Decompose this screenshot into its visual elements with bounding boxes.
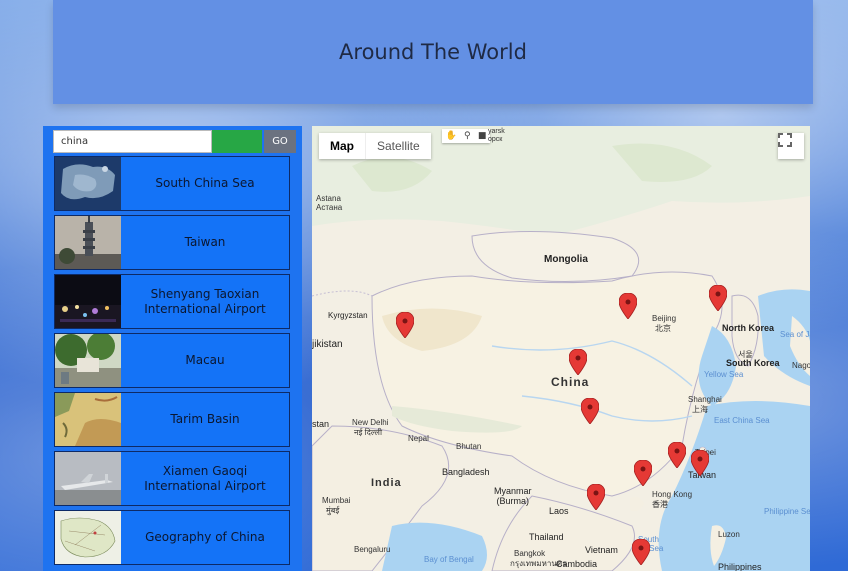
map-label-kyrgyzstan: Kyrgyzstan <box>328 311 368 320</box>
map-label-sea-of-japan: Sea of Ja <box>780 330 810 339</box>
map-marker-icon[interactable] <box>581 398 599 424</box>
result-item-taiwan[interactable]: Taiwan <box>54 215 290 270</box>
result-item-south-china-sea[interactable]: South China Sea <box>54 156 290 211</box>
map-label-bay-of-bengal: Bay of Bengal <box>424 555 474 564</box>
map-label-hong-kong: Hong Kong <box>652 490 693 499</box>
map-base <box>312 126 810 571</box>
map-label-hong-kong-local: 香港 <box>652 500 668 509</box>
map-label-bhutan: Bhutan <box>456 442 482 451</box>
result-item-shenyang-airport[interactable]: Shenyang Taoxian International Airport <box>54 274 290 329</box>
result-label: Xiamen Gaoqi International Airport <box>144 463 266 493</box>
map-label-seoul: 서울 <box>738 350 753 359</box>
map-label-bengaluru: Bengaluru <box>354 545 391 554</box>
map-marker-icon[interactable] <box>668 442 686 468</box>
map-marker-icon[interactable] <box>709 285 727 311</box>
satellite-tab[interactable]: Satellite <box>365 133 431 159</box>
result-label: Taiwan <box>184 235 226 249</box>
map-label-laos: Laos <box>549 506 569 516</box>
hand-icon[interactable]: ✋ <box>446 131 457 141</box>
go-button[interactable]: GO <box>264 130 296 153</box>
search-sidebar: GO South China Sea Taiwan <box>43 126 302 571</box>
map-label-nepal: Nepal <box>408 434 429 443</box>
map-label-north-korea: North Korea <box>722 323 775 333</box>
map-label-thailand: Thailand <box>529 532 564 542</box>
page-title: Around The World <box>339 40 527 64</box>
map-marker-icon[interactable] <box>634 460 652 486</box>
map-type-control: Map Satellite <box>319 133 431 159</box>
map-label-east-china-sea: East China Sea <box>714 416 770 425</box>
map-label-india: India <box>371 477 402 489</box>
map-label-myanmar: Myanmar (Burma) <box>494 486 532 506</box>
result-label: Shenyang Taoxian International Airport <box>144 286 266 316</box>
result-item-tarim-basin[interactable]: Tarim Basin <box>54 392 290 447</box>
result-item-macau[interactable]: Macau <box>54 333 290 388</box>
map-marker-icon[interactable] <box>632 539 650 565</box>
map-label-nagoya: Nagoy <box>792 361 810 370</box>
map-label-astana: Astana <box>316 194 341 203</box>
result-thumbnail <box>55 393 121 446</box>
map-label-beijing: Beijing <box>652 314 677 323</box>
map-label-bangladesh: Bangladesh <box>442 467 490 477</box>
map-label-south-korea: South Korea <box>726 358 780 368</box>
result-label: Tarim Basin <box>170 412 240 426</box>
map-label-shanghai: Shanghai <box>688 395 722 404</box>
map-label-new-delhi-local: नई दिल्ली <box>354 428 383 437</box>
map-marker-icon[interactable] <box>691 450 709 476</box>
page-header: Around The World <box>53 0 813 104</box>
result-label: Macau <box>185 353 225 367</box>
map-label-town: yarsk орск <box>488 128 505 143</box>
result-label: Geography of China <box>145 530 265 544</box>
map-label-mongolia: Mongolia <box>544 254 588 265</box>
fullscreen-button[interactable] <box>778 133 804 159</box>
search-bar: GO <box>53 130 296 153</box>
map-label-new-delhi: New Delhi <box>352 418 389 427</box>
map-view[interactable]: Map Satellite ✋ ⚲ ■ yarsk орск Astana Ас… <box>312 126 810 571</box>
map-label-vietnam: Vietnam <box>585 545 618 555</box>
marker-tool-icon[interactable]: ⚲ <box>464 131 471 141</box>
result-thumbnail <box>55 157 121 210</box>
result-thumbnail <box>55 511 121 564</box>
map-label-stan: stan <box>312 419 330 429</box>
search-input[interactable] <box>53 130 212 153</box>
map-label-china: China <box>551 375 590 389</box>
map-marker-icon[interactable] <box>619 293 637 319</box>
fullscreen-icon <box>778 133 792 147</box>
result-item-xiamen-airport[interactable]: Xiamen Gaoqi International Airport <box>54 451 290 506</box>
map-label-yellow-sea: Yellow Sea <box>704 370 744 379</box>
result-thumbnail <box>55 452 121 505</box>
map-label-mumbai-local: मुंबई <box>326 506 340 515</box>
map-label-philippine-sea: Philippine Sea <box>764 507 810 516</box>
map-label-cambodia: Cambodia <box>556 559 598 569</box>
drawing-tools-control: ✋ ⚲ ■ <box>442 129 490 143</box>
map-marker-icon[interactable] <box>569 349 587 375</box>
result-thumbnail <box>55 216 121 269</box>
map-label-philippines: Philippines <box>718 562 762 571</box>
map-label-shanghai-local: 上海 <box>692 405 708 414</box>
map-tab[interactable]: Map <box>319 133 365 159</box>
map-label-beijing-local: 北京 <box>655 324 671 333</box>
map-marker-icon[interactable] <box>587 484 605 510</box>
result-thumbnail <box>55 334 121 387</box>
rectangle-tool-icon[interactable]: ■ <box>478 131 487 141</box>
result-label: South China Sea <box>155 176 255 190</box>
map-label-tajikistan: jikistan <box>312 339 343 350</box>
result-item-geography-of-china[interactable]: Geography of China <box>54 510 290 565</box>
map-label-luzon: Luzon <box>718 530 740 539</box>
result-thumbnail <box>55 275 121 328</box>
map-label-mumbai: Mumbai <box>322 496 351 505</box>
map-marker-icon[interactable] <box>396 312 414 338</box>
map-label-astana-local: Астана <box>316 203 343 212</box>
result-list: South China Sea Taiwan Shenyang Taoxian … <box>54 156 290 569</box>
search-progress-indicator <box>212 130 262 153</box>
